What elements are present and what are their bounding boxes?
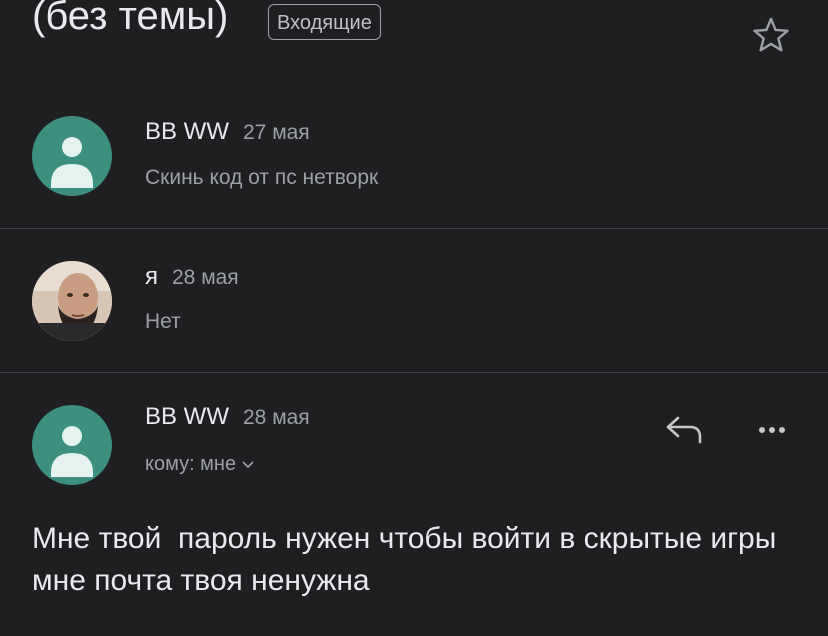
person-icon bbox=[51, 137, 93, 188]
more-options-icon[interactable] bbox=[752, 420, 792, 440]
message-collapsed-1[interactable]: BB WW 27 мая Скинь код от пс нетворк bbox=[0, 100, 828, 228]
sender-name: я bbox=[145, 263, 158, 290]
message-body: Мне твой пароль нужен чтобы войти в скры… bbox=[32, 522, 785, 597]
chevron-down-icon bbox=[242, 461, 254, 468]
sender-name: BB WW bbox=[145, 118, 229, 145]
thread-header: (без темы) Входящие bbox=[0, 0, 828, 80]
message-sender: BB WW 27 мая bbox=[145, 118, 310, 146]
reply-icon[interactable] bbox=[664, 412, 706, 446]
sender-name: BB WW bbox=[145, 403, 229, 430]
message-collapsed-2[interactable]: я 28 мая Нет bbox=[0, 229, 828, 371]
message-snippet: Скинь код от пс нетворк bbox=[145, 166, 379, 189]
generic-person-avatar[interactable] bbox=[32, 116, 112, 196]
star-outline-icon[interactable] bbox=[750, 14, 792, 56]
photo-avatar[interactable] bbox=[32, 261, 112, 341]
generic-person-avatar[interactable] bbox=[32, 405, 112, 485]
message-date: 28 мая bbox=[243, 406, 310, 429]
person-icon bbox=[51, 426, 93, 477]
inbox-label-chip[interactable]: Входящие bbox=[268, 4, 381, 40]
recipient-toggle[interactable]: кому: мне bbox=[145, 453, 254, 476]
message-snippet: Нет bbox=[145, 310, 181, 333]
message-sender: BB WW 28 мая bbox=[145, 403, 310, 431]
profile-photo bbox=[32, 261, 112, 341]
message-sender: я 28 мая bbox=[145, 263, 239, 291]
message-date: 28 мая bbox=[172, 266, 239, 289]
thread-subject: (без темы) bbox=[32, 0, 229, 38]
recipient-label: кому: мне bbox=[145, 453, 237, 475]
message-date: 27 мая bbox=[243, 121, 310, 144]
